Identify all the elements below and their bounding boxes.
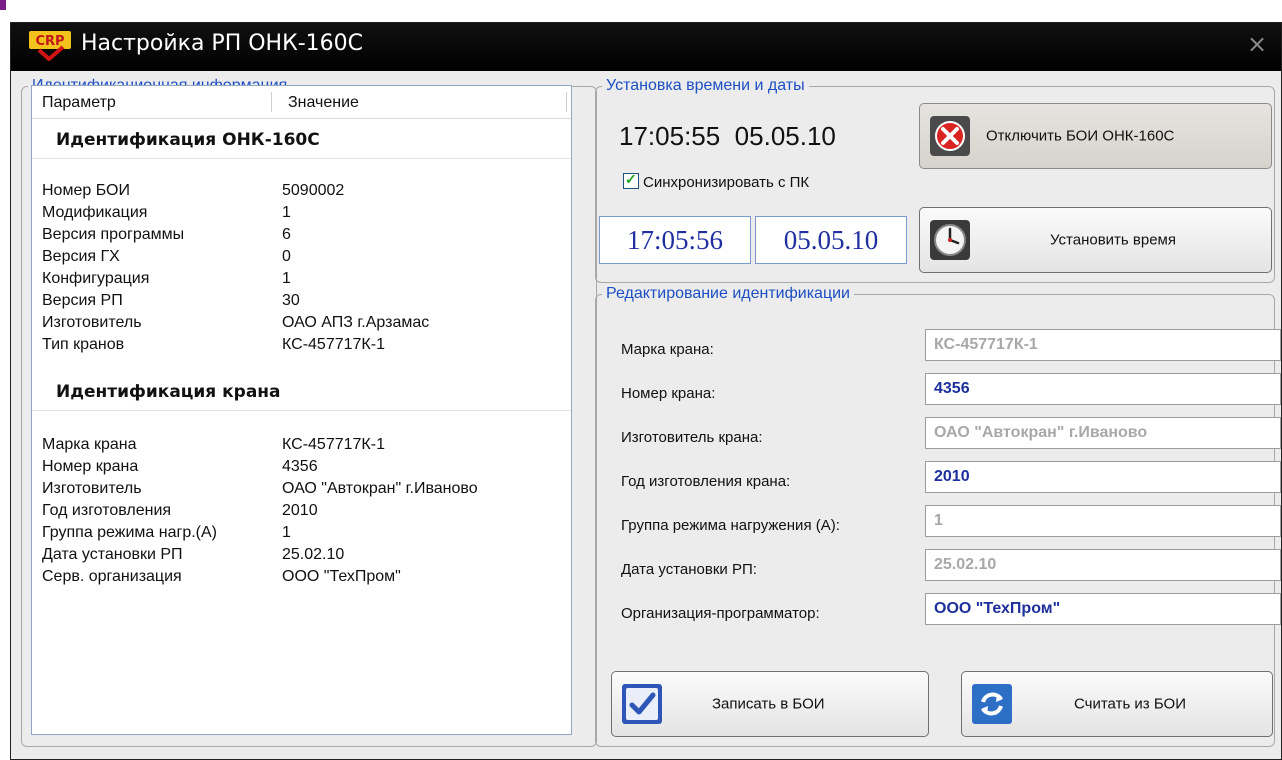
param-value: 5090002 [282,182,345,199]
param-value: КС-457717К-1 [282,436,385,453]
device-time-display: 17:05:55 05.05.10 [619,121,836,152]
param-label: Версия программы [42,226,185,243]
list-item[interactable]: Изготовитель ОАО "Автокран" г.Иваново [42,480,562,502]
list-item[interactable]: Номер БОИ 5090002 [42,182,562,204]
param-label: Версия РП [42,292,123,309]
param-value: 2010 [282,502,318,519]
programmer-org-field[interactable]: ООО "ТехПром" [925,593,1281,625]
rp-install-date-label: Дата установки РП: [621,561,757,578]
set-time-button[interactable]: Установить время [919,207,1272,273]
svg-text:CRP: CRP [35,34,64,49]
param-label: Изготовитель [42,480,142,497]
identification-listview[interactable]: Параметр Значение Идентификация ОНК-160С… [31,85,572,735]
param-value: ОАО "Автокран" г.Иваново [282,480,478,497]
param-value: 30 [282,292,300,309]
pc-time-field[interactable]: 17:05:56 [599,216,751,264]
list-item[interactable]: Марка крана КС-457717К-1 [42,436,562,458]
crane-brand-label: Марка крана: [621,341,714,358]
edit-identification-legend: Редактирование идентификации [606,285,850,302]
param-label: Серв. организация [42,568,182,585]
param-value: 1 [282,524,291,541]
param-label: Изготовитель [42,314,142,331]
crane-brand-field[interactable]: КС-457717К-1 [925,329,1281,361]
list-item[interactable]: Год изготовления 2010 [42,502,562,524]
sync-pc-label: Синхронизировать с ПК [643,174,810,191]
disconnect-boi-button[interactable]: Отключить БОИ ОНК-160С [919,103,1272,169]
group-title-onk: Идентификация ОНК-160С [56,130,320,150]
crp-logo-icon: CRP [29,31,71,61]
checkbox-icon[interactable]: ✓ [623,171,639,189]
param-label: Тип кранов [42,336,125,353]
corner-artifact [0,0,6,10]
checkmark-icon: ✓ [625,171,637,187]
list-item[interactable]: Номер крана 4356 [42,458,562,480]
param-value: 0 [282,248,291,265]
list-item[interactable]: Группа режима нагр.(А) 1 [42,524,562,546]
param-label: Номер БОИ [42,182,130,199]
crane-manufacturer-label: Изготовитель крана: [621,429,763,446]
list-item[interactable]: Модификация 1 [42,204,562,226]
param-value: 1 [282,204,291,221]
crane-year-label: Год изготовления крана: [621,473,791,490]
title-bar[interactable]: CRP Настройка РП ОНК-160С × [11,23,1281,71]
read-from-boi-label: Считать из БОИ [1074,695,1186,713]
param-value: ООО "ТехПром" [282,568,401,585]
crane-number-label: Номер крана: [621,385,716,402]
checkmark-icon [622,684,662,724]
window-title: Настройка РП ОНК-160С [81,31,363,56]
load-mode-group-field[interactable]: 1 [925,505,1281,537]
param-label: Группа режима нагр.(А) [42,524,217,541]
param-label: Версия ГХ [42,248,120,265]
listview-header: Параметр Значение [32,86,571,119]
list-item[interactable]: Изготовитель ОАО АПЗ г.Арзамас [42,314,562,336]
param-label: Дата установки РП [42,546,183,563]
column-header-parameter[interactable]: Параметр [42,94,116,112]
param-label: Номер крана [42,458,139,475]
group-divider [32,410,571,411]
refresh-icon [972,684,1012,724]
set-time-label: Установить время [1050,231,1176,249]
stop-icon [930,116,970,156]
param-label: Марка крана [42,436,137,453]
crane-number-field[interactable]: 4356 [925,373,1281,405]
close-icon[interactable]: × [1245,29,1269,59]
load-mode-group-label: Группа режима нагружения (А): [621,517,840,534]
param-value: 25.02.10 [282,546,345,563]
param-label: Конфигурация [42,270,150,287]
device-time: 17:05:55 [619,121,721,151]
write-to-boi-button[interactable]: Записать в БОИ [611,671,929,737]
device-date: 05.05.10 [734,121,836,151]
param-value: ОАО АПЗ г.Арзамас [282,314,430,331]
settings-window: CRP Настройка РП ОНК-160С × Идентификаци… [10,22,1282,760]
column-separator[interactable] [271,92,272,112]
rp-install-date-field[interactable]: 25.02.10 [925,549,1281,581]
programmer-org-label: Организация-программатор: [621,605,820,622]
time-date-legend: Установка времени и даты [606,77,805,94]
crane-manufacturer-field[interactable]: ОАО "Автокран" г.Иваново [925,417,1281,449]
column-separator-end [566,92,567,112]
param-label: Модификация [42,204,148,221]
param-value: КС-457717К-1 [282,336,385,353]
list-item[interactable]: Версия ГХ 0 [42,248,562,270]
write-to-boi-label: Записать в БОИ [712,695,825,713]
column-header-value[interactable]: Значение [288,94,359,112]
list-item[interactable]: Дата установки РП 25.02.10 [42,546,562,568]
list-item[interactable]: Тип кранов КС-457717К-1 [42,336,562,358]
param-value: 1 [282,270,291,287]
list-item[interactable]: Серв. организация ООО "ТехПром" [42,568,562,590]
sync-pc-checkbox[interactable]: ✓ Синхронизировать с ПК [623,171,810,191]
param-value: 6 [282,226,291,243]
group-title-crane: Идентификация крана [56,382,281,402]
read-from-boi-button[interactable]: Считать из БОИ [961,671,1273,737]
list-item[interactable]: Версия программы 6 [42,226,562,248]
param-label: Год изготовления [42,502,172,519]
clock-icon [930,220,970,260]
param-value: 4356 [282,458,318,475]
disconnect-boi-label: Отключить БОИ ОНК-160С [986,127,1175,145]
crane-year-field[interactable]: 2010 [925,461,1281,493]
group-divider [32,158,571,159]
list-item[interactable]: Версия РП 30 [42,292,562,314]
pc-date-field[interactable]: 05.05.10 [755,216,907,264]
list-item[interactable]: Конфигурация 1 [42,270,562,292]
